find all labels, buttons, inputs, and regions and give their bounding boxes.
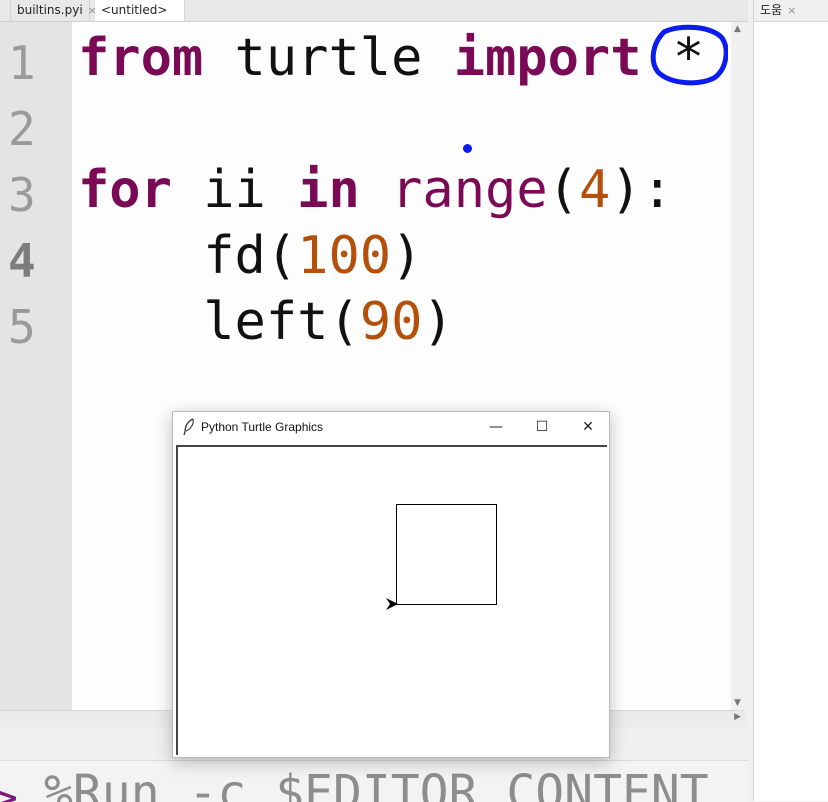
window-title: Python Turtle Graphics: [201, 420, 324, 434]
scroll-down-icon[interactable]: ▼: [734, 698, 741, 708]
code-token: from: [78, 28, 204, 88]
tab-untitled[interactable]: <untitled> *×: [95, 0, 185, 38]
code-line-4: fd(100): [78, 226, 422, 286]
tab-scroll-left[interactable]: [0, 0, 11, 21]
tab-help[interactable]: 도움 ×: [754, 0, 828, 21]
line-number: 1: [8, 36, 36, 90]
code-token: for: [78, 160, 172, 220]
code-token: left(: [78, 292, 360, 352]
code-line-1: from turtle import *: [78, 28, 704, 88]
vertical-scrollbar[interactable]: ▲ ▼: [731, 22, 745, 710]
code-token: *: [641, 28, 705, 88]
turtle-drawing: [386, 504, 497, 610]
line-number: 2: [8, 102, 36, 156]
tab-close-icon[interactable]: ×: [787, 4, 796, 17]
code-line-3: for ii in range(4):: [78, 160, 673, 220]
code-token: in: [297, 160, 360, 220]
editor-tab-bar: builtins.pyi× <untitled> *×: [0, 0, 748, 38]
shell-panel[interactable]: > %Run -c $EDITOR_CONTENT: [0, 760, 748, 802]
code-token: turtle: [203, 28, 454, 88]
line-number-current: 4: [8, 234, 36, 288]
shell-command: %Run -c $EDITOR_CONTENT: [44, 765, 709, 802]
code-token: ii: [171, 160, 298, 220]
help-panel: 도움 ×: [753, 0, 828, 801]
code-token: ): [391, 226, 423, 286]
scroll-up-icon[interactable]: ▲: [734, 24, 741, 34]
tab-label: builtins.pyi: [17, 3, 83, 17]
code-token: 100: [297, 226, 392, 286]
code-token: 90: [359, 292, 423, 352]
turtle-canvas[interactable]: [176, 445, 607, 755]
drawn-square: [396, 504, 497, 605]
code-token: import: [453, 28, 642, 88]
tab-builtins[interactable]: builtins.pyi ×: [11, 0, 97, 21]
code-token: fd(: [78, 226, 298, 286]
code-token: ): [422, 292, 454, 352]
code-token: 4: [578, 160, 611, 220]
code-line-5: left(90): [78, 292, 454, 352]
annotation-dot: [463, 144, 472, 153]
minimize-button[interactable]: —: [485, 416, 507, 438]
feather-icon: [183, 418, 194, 436]
code-token: ):: [610, 160, 673, 220]
line-number: 3: [8, 168, 36, 222]
code-token: (: [547, 160, 579, 220]
close-button[interactable]: ✕: [577, 416, 599, 438]
line-number: 5: [8, 300, 36, 354]
maximize-button[interactable]: ☐: [531, 416, 553, 438]
tab-label: 도움: [760, 3, 783, 17]
shell-prompt-icon: >: [0, 781, 19, 802]
window-titlebar[interactable]: Python Turtle Graphics — ☐ ✕: [173, 412, 609, 445]
turtle-graphics-window[interactable]: Python Turtle Graphics — ☐ ✕: [172, 411, 610, 758]
scroll-right-icon[interactable]: ▶: [734, 712, 741, 722]
code-token: range: [391, 160, 548, 220]
line-number-gutter: 1 2 3 4 5: [0, 22, 72, 710]
